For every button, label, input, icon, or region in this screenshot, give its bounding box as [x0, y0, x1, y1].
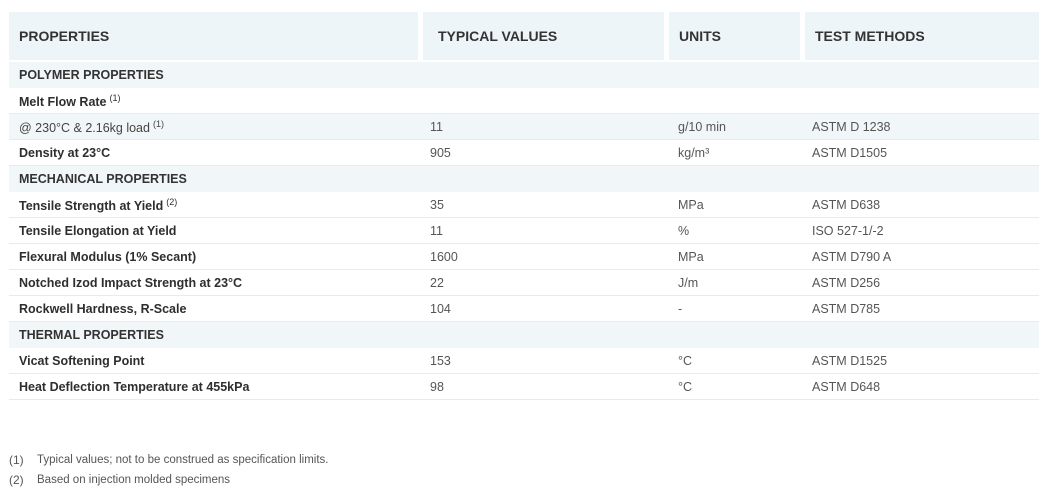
typical-value: 22	[430, 275, 444, 290]
property-name: Melt Flow Rate	[19, 94, 107, 109]
table-row: Tensile Strength at Yield (2) 35 MPa ASTM…	[9, 192, 1039, 218]
typical-value: 98	[430, 379, 444, 394]
typical-value: 11	[430, 119, 443, 134]
property-name: Vicat Softening Point	[19, 353, 145, 368]
property-name: Heat Deflection Temperature at 455kPa	[19, 379, 250, 394]
typical-value: 153	[430, 353, 451, 368]
footnote-2: (2) Based on injection molded specimens	[9, 470, 328, 490]
test-method: ASTM D256	[812, 275, 881, 290]
test-method: ASTM D1525	[812, 353, 888, 368]
property-name: Rockwell Hardness, R-Scale	[19, 301, 187, 316]
property-name: Density at 23°C	[19, 145, 111, 160]
table-row: Density at 23°C 905 kg/m³ ASTM D1505	[9, 140, 1039, 166]
header-properties: PROPERTIES	[9, 12, 418, 60]
section-polymer-properties: POLYMER PROPERTIES	[9, 62, 1039, 88]
footnote-ref: (2)	[166, 196, 178, 207]
unit: J/m	[678, 275, 699, 290]
property-name: Tensile Elongation at Yield	[19, 223, 177, 238]
property-name: Notched Izod Impact Strength at 23°C	[19, 275, 243, 290]
unit: kg/m³	[678, 145, 710, 160]
test-method: ASTM D790 A	[812, 249, 892, 264]
test-method: ASTM D1505	[812, 145, 888, 160]
test-method: ASTM D648	[812, 379, 881, 394]
unit: °C	[678, 379, 693, 394]
unit: MPa	[678, 197, 704, 212]
footnotes: (1) Typical values; not to be construed …	[9, 450, 328, 490]
header-units: UNITS	[669, 12, 800, 60]
table-row: Melt Flow Rate (1)	[9, 88, 1039, 114]
table-row: Vicat Softening Point 153 °C ASTM D1525	[9, 348, 1039, 374]
test-method: ASTM D 1238	[812, 119, 891, 134]
footnote-ref: (1)	[109, 92, 121, 103]
typical-value: 104	[430, 301, 451, 316]
table-row: Rockwell Hardness, R-Scale 104 - ASTM D7…	[9, 296, 1039, 322]
property-name: @ 230°C & 2.16kg load	[19, 120, 150, 135]
unit: -	[678, 301, 683, 316]
typical-value: 11	[430, 223, 443, 238]
unit: °C	[678, 353, 693, 368]
footnote-text: Based on injection molded specimens	[37, 474, 231, 486]
unit: %	[678, 223, 690, 238]
table-header: PROPERTIES TYPICAL VALUES UNITS TEST MET…	[9, 12, 1039, 60]
section-thermal-properties: THERMAL PROPERTIES	[9, 322, 1039, 348]
unit: MPa	[678, 249, 704, 264]
test-method: ISO 527-1/-2	[812, 223, 884, 238]
footnote-text: Typical values; not to be construed as s…	[37, 454, 329, 466]
table-row: @ 230°C & 2.16kg load (1) 11 g/10 min AST…	[9, 114, 1039, 140]
header-test-methods: TEST METHODS	[805, 12, 1039, 60]
header-typical-values: TYPICAL VALUES	[423, 12, 664, 60]
property-name: Tensile Strength at Yield	[19, 198, 164, 213]
table-row: Notched Izod Impact Strength at 23°C 22 …	[9, 270, 1039, 296]
properties-table: PROPERTIES TYPICAL VALUES UNITS TEST MET…	[9, 12, 1039, 400]
section-mechanical-properties: MECHANICAL PROPERTIES	[9, 166, 1039, 192]
typical-value: 35	[430, 197, 444, 212]
footnote-1: (1) Typical values; not to be construed …	[9, 450, 328, 470]
table-row: Flexural Modulus (1% Secant) 1600 MPa AS…	[9, 244, 1039, 270]
test-method: ASTM D785	[812, 301, 881, 316]
property-name: Flexural Modulus (1% Secant)	[19, 249, 197, 264]
table-row: Tensile Elongation at Yield 11 % ISO 527…	[9, 218, 1039, 244]
typical-value: 1600	[430, 249, 458, 264]
footnote-ref: (1)	[152, 118, 164, 129]
footnote-number: (2)	[9, 473, 24, 487]
footnote-number: (1)	[9, 453, 24, 467]
unit: g/10 min	[678, 119, 726, 134]
typical-value: 905	[430, 145, 451, 160]
test-method: ASTM D638	[812, 197, 881, 212]
table-row: Heat Deflection Temperature at 455kPa 98…	[9, 374, 1039, 400]
